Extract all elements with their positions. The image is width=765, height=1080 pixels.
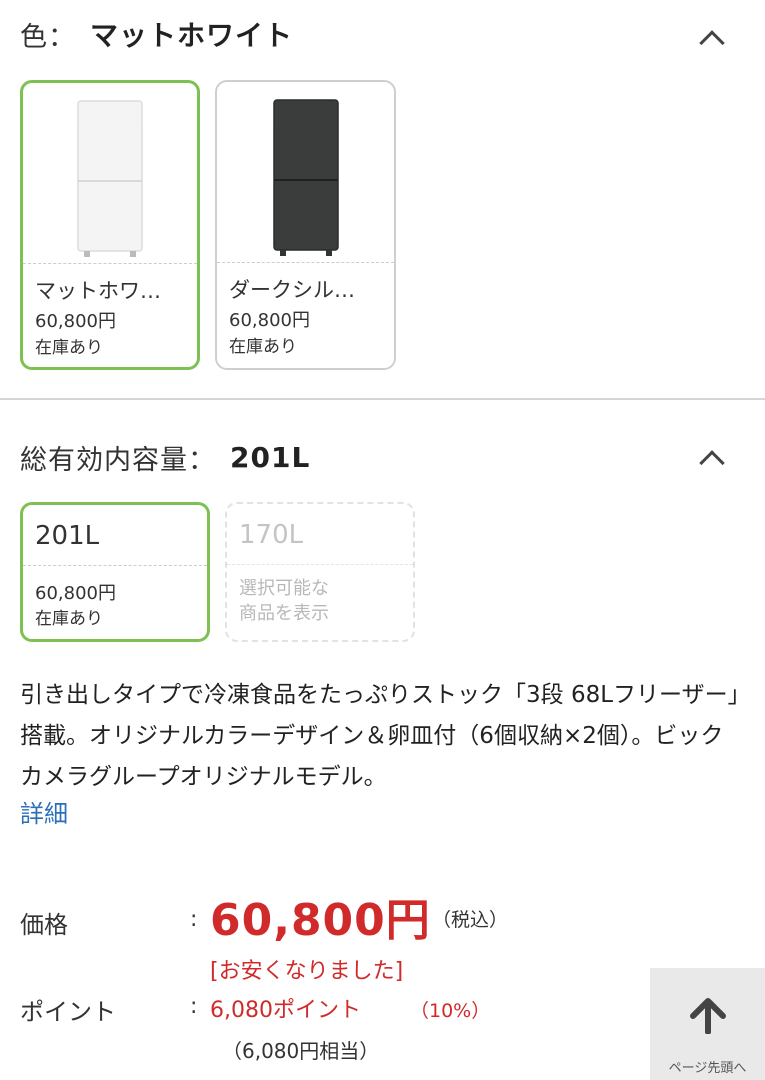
fridge-image-dark <box>217 82 394 262</box>
detail-link[interactable]: 詳細 <box>20 794 68 829</box>
option-stock: 在庫あり <box>229 337 297 357</box>
back-to-top-label: ページ先頭へ <box>668 1061 747 1076</box>
card-separator <box>23 263 197 264</box>
capacity-option-201l[interactable]: 201L 60,800円 在庫あり <box>20 502 210 642</box>
option-note: 選択可能な <box>239 578 329 599</box>
price-label: 価格 <box>20 911 68 939</box>
option-price: 60,800円 <box>229 310 310 331</box>
points-value: 6,080ポイント <box>210 998 361 1023</box>
option-size: 201L <box>35 521 100 551</box>
option-price: 60,800円 <box>35 311 116 332</box>
capacity-value: 201L <box>230 441 311 474</box>
color-option-dark-silver[interactable]: ダークシル… 60,800円 在庫あり <box>215 80 396 370</box>
fridge-image-white <box>23 83 197 263</box>
card-separator <box>217 262 394 263</box>
colon: : <box>190 994 198 1019</box>
option-name: ダークシル… <box>229 278 355 302</box>
option-size: 170L <box>239 520 304 550</box>
color-option-matte-white[interactable]: マットホワ… 60,800円 在庫あり <box>20 80 200 370</box>
color-label: 色： <box>20 21 76 53</box>
product-description: 引き出しタイプで冷凍食品をたっぷりストック「3段 68Lフリーザー」搭載。オリジ… <box>20 682 740 790</box>
price-value: 60,800円 <box>210 895 431 946</box>
arrow-up-icon <box>688 998 728 1041</box>
point-label: ポイント <box>20 998 116 1026</box>
capacity-label: 総有効内容量： <box>20 445 216 476</box>
option-name: マットホワ… <box>35 279 161 303</box>
tax-note: （税込） <box>432 909 509 931</box>
section-divider <box>0 398 765 400</box>
option-stock: 在庫あり <box>35 609 103 629</box>
chevron-up-icon[interactable] <box>699 30 725 56</box>
option-stock: 在庫あり <box>35 338 103 358</box>
points-equivalent: （6,080円相当） <box>222 1039 380 1063</box>
color-section-header[interactable]: 色： マットホワイト <box>20 14 765 56</box>
discount-note: [お安くなりました] <box>210 959 404 984</box>
colon: : <box>190 907 198 932</box>
option-price: 60,800円 <box>35 583 116 604</box>
card-separator <box>23 565 207 566</box>
card-separator <box>227 564 413 565</box>
capacity-option-170l[interactable]: 170L 選択可能な 商品を表示 <box>225 502 415 642</box>
back-to-top-button[interactable]: ページ先頭へ <box>650 968 765 1080</box>
capacity-section-header[interactable]: 総有効内容量： 201L <box>20 438 765 477</box>
option-note: 商品を表示 <box>239 603 329 624</box>
chevron-up-icon[interactable] <box>699 450 725 476</box>
color-value: マットホワイト <box>90 19 294 52</box>
points-rate: （10%） <box>410 1000 491 1022</box>
